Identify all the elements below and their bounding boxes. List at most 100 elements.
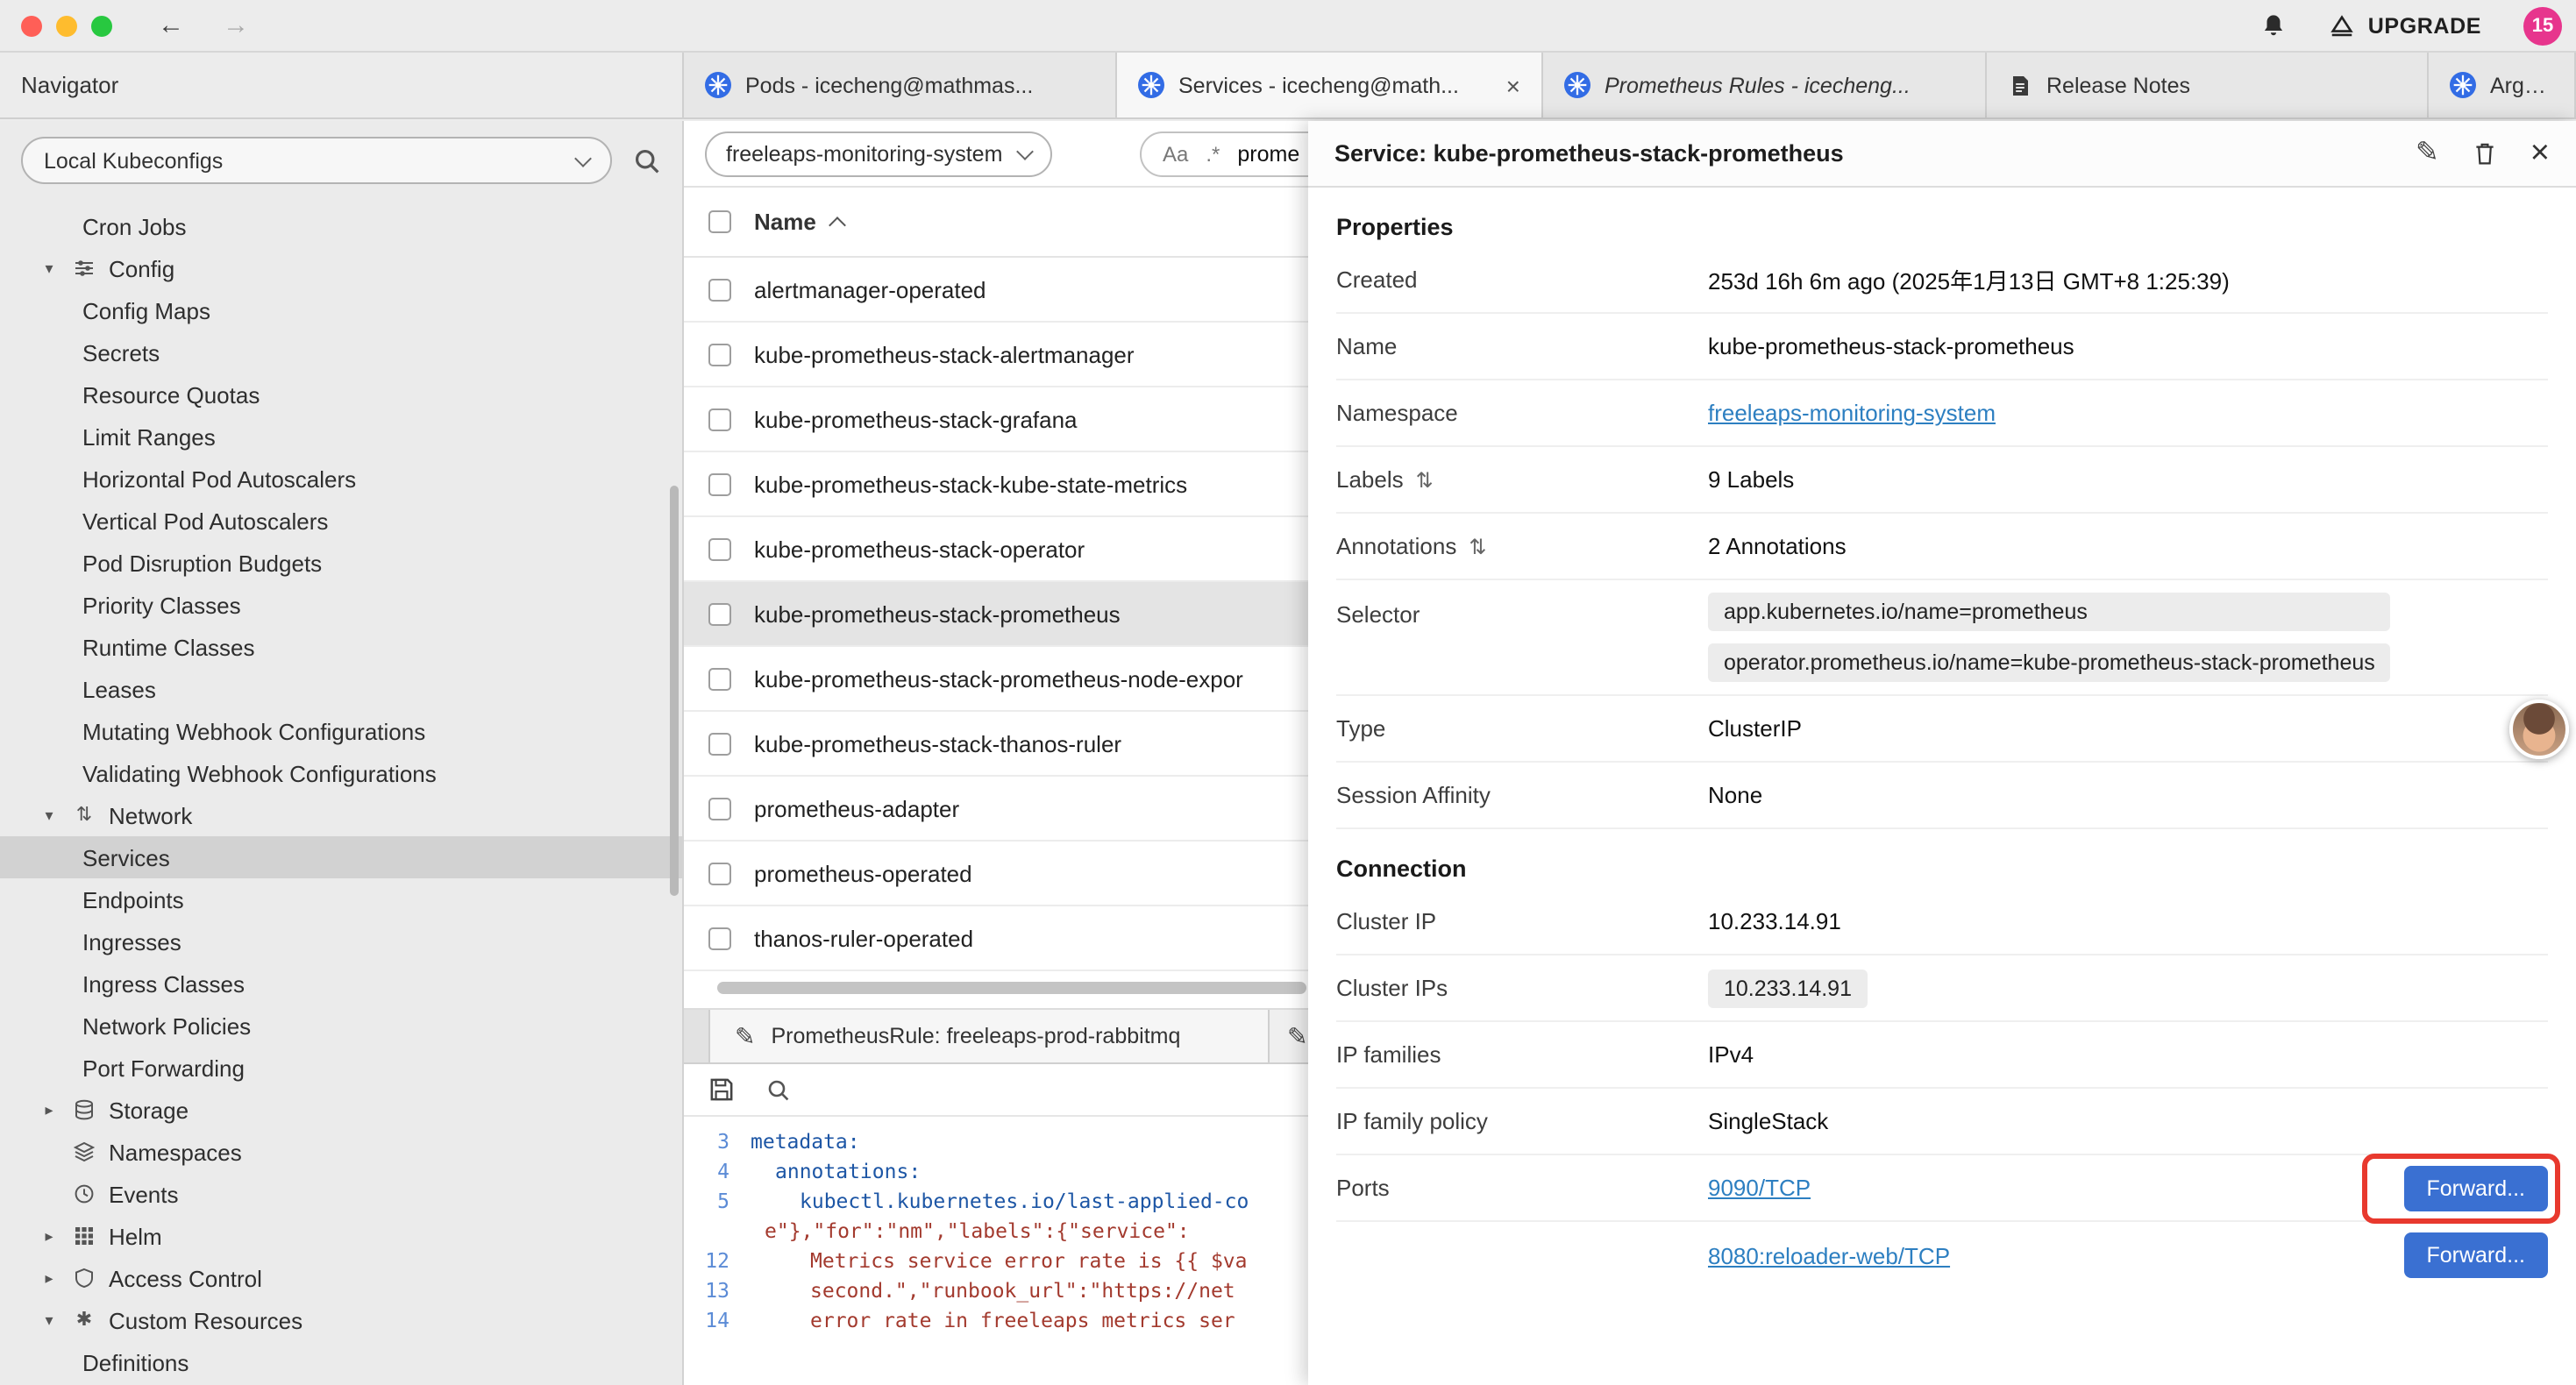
sidebar-item-label: Namespaces	[109, 1139, 242, 1165]
sidebar-item-endpoints[interactable]: Endpoints	[0, 878, 682, 920]
row-checkbox[interactable]	[708, 408, 731, 430]
sidebar-item-ingress-classes[interactable]: Ingress Classes	[0, 962, 682, 1005]
row-checkbox[interactable]	[708, 472, 731, 495]
sidebar-item-ingresses[interactable]: Ingresses	[0, 920, 682, 962]
window-close-button[interactable]	[21, 15, 42, 36]
edit-icon: ✎	[735, 1024, 755, 1048]
forward-button[interactable]: Forward...	[2403, 1165, 2548, 1211]
sidebar-item-network-policies[interactable]: Network Policies	[0, 1005, 682, 1047]
sidebar-item-runtime-classes[interactable]: Runtime Classes	[0, 626, 682, 668]
sidebar-item-namespaces[interactable]: Namespaces	[0, 1131, 682, 1173]
sidebar-item-cron-jobs[interactable]: Cron Jobs	[0, 205, 682, 247]
sidebar-item-horizontal-pod-autoscalers[interactable]: Horizontal Pod Autoscalers	[0, 458, 682, 500]
tab-close-icon[interactable]: ×	[1496, 71, 1520, 99]
nav-forward-icon[interactable]: →	[223, 12, 249, 39]
row-checkbox[interactable]	[708, 927, 731, 949]
sidebar-item-priority-classes[interactable]: Priority Classes	[0, 584, 682, 626]
notifications-bell-icon[interactable]	[2261, 12, 2288, 39]
row-checkbox[interactable]	[708, 537, 731, 560]
horizontal-scrollbar[interactable]	[717, 982, 1306, 994]
sidebar-item-access-control[interactable]: ▸ Access Control	[0, 1257, 682, 1299]
line-number: 14	[684, 1306, 751, 1336]
sidebar-item-config[interactable]: ▾ Config	[0, 247, 682, 289]
sidebar-item-secrets[interactable]: Secrets	[0, 331, 682, 373]
vertical-scrollbar[interactable]	[670, 486, 679, 896]
sidebar-item-config-maps[interactable]: Config Maps	[0, 289, 682, 331]
chevron-right-icon[interactable]: ▸	[39, 1268, 60, 1288]
expand-icon[interactable]: ⇅	[1469, 534, 1486, 558]
editor-tab-prometheusrule[interactable]: ✎ PrometheusRule: freeleaps-prod-rabbitm…	[708, 1010, 1270, 1062]
detail-row-namespace: Namespace freeleaps-monitoring-system	[1336, 380, 2548, 447]
sidebar-item-events[interactable]: Events	[0, 1173, 682, 1215]
chevron-down-icon[interactable]: ▾	[39, 1310, 60, 1330]
row-name: kube-prometheus-stack-grafana	[754, 406, 1078, 432]
chevron-right-icon[interactable]: ▸	[39, 1100, 60, 1119]
row-checkbox[interactable]	[708, 732, 731, 755]
window-controls	[21, 15, 112, 36]
code-text: Metrics service error rate is {{ $va	[751, 1246, 1248, 1276]
column-header-name[interactable]: Name	[754, 209, 844, 235]
tab-services[interactable]: Services - icecheng@math... ×	[1117, 53, 1543, 117]
edit-icon[interactable]: ✎	[2416, 139, 2439, 167]
search-icon[interactable]	[633, 146, 661, 174]
chevron-down-icon[interactable]: ▾	[39, 806, 60, 825]
save-icon[interactable]	[708, 1076, 735, 1103]
nav-back-icon[interactable]: ←	[158, 12, 184, 39]
row-checkbox[interactable]	[708, 278, 731, 301]
forward-button[interactable]: Forward...	[2403, 1232, 2548, 1278]
sidebar-item-port-forwarding[interactable]: Port Forwarding	[0, 1047, 682, 1089]
sidebar-item-vertical-pod-autoscalers[interactable]: Vertical Pod Autoscalers	[0, 500, 682, 542]
sidebar-item-pod-disruption-budgets[interactable]: Pod Disruption Budgets	[0, 542, 682, 584]
detail-label: Created	[1336, 266, 1418, 293]
sidebar-item-services[interactable]: Services	[0, 836, 682, 878]
row-checkbox[interactable]	[708, 343, 731, 366]
port-link-8080[interactable]: 8080:reloader-web/TCP	[1708, 1242, 1950, 1268]
sidebar-item-helm[interactable]: ▸ Helm	[0, 1215, 682, 1257]
tab-release-notes[interactable]: Release Notes	[1987, 53, 2429, 117]
sidebar-item-resource-quotas[interactable]: Resource Quotas	[0, 373, 682, 416]
namespace-select[interactable]: freeleaps-monitoring-system	[705, 131, 1052, 176]
sidebar-item-leases[interactable]: Leases	[0, 668, 682, 710]
detail-row-type: Type ClusterIP	[1336, 696, 2548, 763]
namespace-select-value: freeleaps-monitoring-system	[726, 141, 1002, 166]
detail-panel-title: Service: kube-prometheus-stack-prometheu…	[1334, 140, 1844, 167]
sidebar-item-limit-ranges[interactable]: Limit Ranges	[0, 416, 682, 458]
sidebar-item-validating-webhook-configurations[interactable]: Validating Webhook Configurations	[0, 752, 682, 794]
avatar[interactable]	[2509, 700, 2569, 759]
expand-icon[interactable]: ⇅	[1416, 467, 1434, 492]
notification-badge[interactable]: 15	[2523, 6, 2562, 45]
window-minimize-button[interactable]	[56, 15, 77, 36]
sidebar-item-network[interactable]: ▾ ⇅ Network	[0, 794, 682, 836]
tab-prometheus-rules[interactable]: Prometheus Rules - icecheng...	[1543, 53, 1987, 117]
sidebar-item-mutating-webhook-configurations[interactable]: Mutating Webhook Configurations	[0, 710, 682, 752]
window-zoom-button[interactable]	[91, 15, 112, 36]
chevron-down-icon[interactable]: ▾	[39, 259, 60, 278]
upgrade-button[interactable]: UPGRADE	[2330, 12, 2481, 39]
tab-label: Release Notes	[2046, 73, 2190, 97]
row-checkbox[interactable]	[708, 602, 731, 625]
storage-icon	[72, 1097, 96, 1122]
tab-pods[interactable]: Pods - icecheng@mathmas...	[684, 53, 1117, 117]
row-checkbox[interactable]	[708, 667, 731, 690]
sidebar-item-definitions[interactable]: Definitions	[0, 1341, 682, 1383]
kubeconfig-select[interactable]: Local Kubeconfigs	[21, 137, 612, 184]
row-checkbox[interactable]	[708, 797, 731, 820]
row-checkbox[interactable]	[708, 862, 731, 884]
match-case-toggle[interactable]: Aa	[1163, 141, 1188, 166]
select-all-checkbox[interactable]	[708, 210, 731, 233]
row-name: kube-prometheus-stack-prometheus	[754, 600, 1121, 627]
close-icon[interactable]: ×	[2530, 137, 2550, 170]
search-icon[interactable]	[766, 1077, 791, 1102]
chevron-right-icon[interactable]: ▸	[39, 1226, 60, 1246]
sidebar-item-storage[interactable]: ▸ Storage	[0, 1089, 682, 1131]
upgrade-icon	[2330, 12, 2356, 39]
namespace-link[interactable]: freeleaps-monitoring-system	[1708, 400, 1996, 426]
tab-argo[interactable]: Argo Se	[2429, 53, 2576, 117]
port-link-9090[interactable]: 9090/TCP	[1708, 1175, 1811, 1201]
kubeconfig-select-value: Local Kubeconfigs	[44, 148, 223, 173]
detail-value: 9 Labels	[1708, 466, 1794, 493]
regex-toggle[interactable]: .*	[1206, 141, 1220, 166]
detail-label: Session Affinity	[1336, 782, 1491, 808]
trash-icon[interactable]	[2473, 140, 2497, 167]
sidebar-item-custom-resources[interactable]: ▾ ✱ Custom Resources	[0, 1299, 682, 1341]
